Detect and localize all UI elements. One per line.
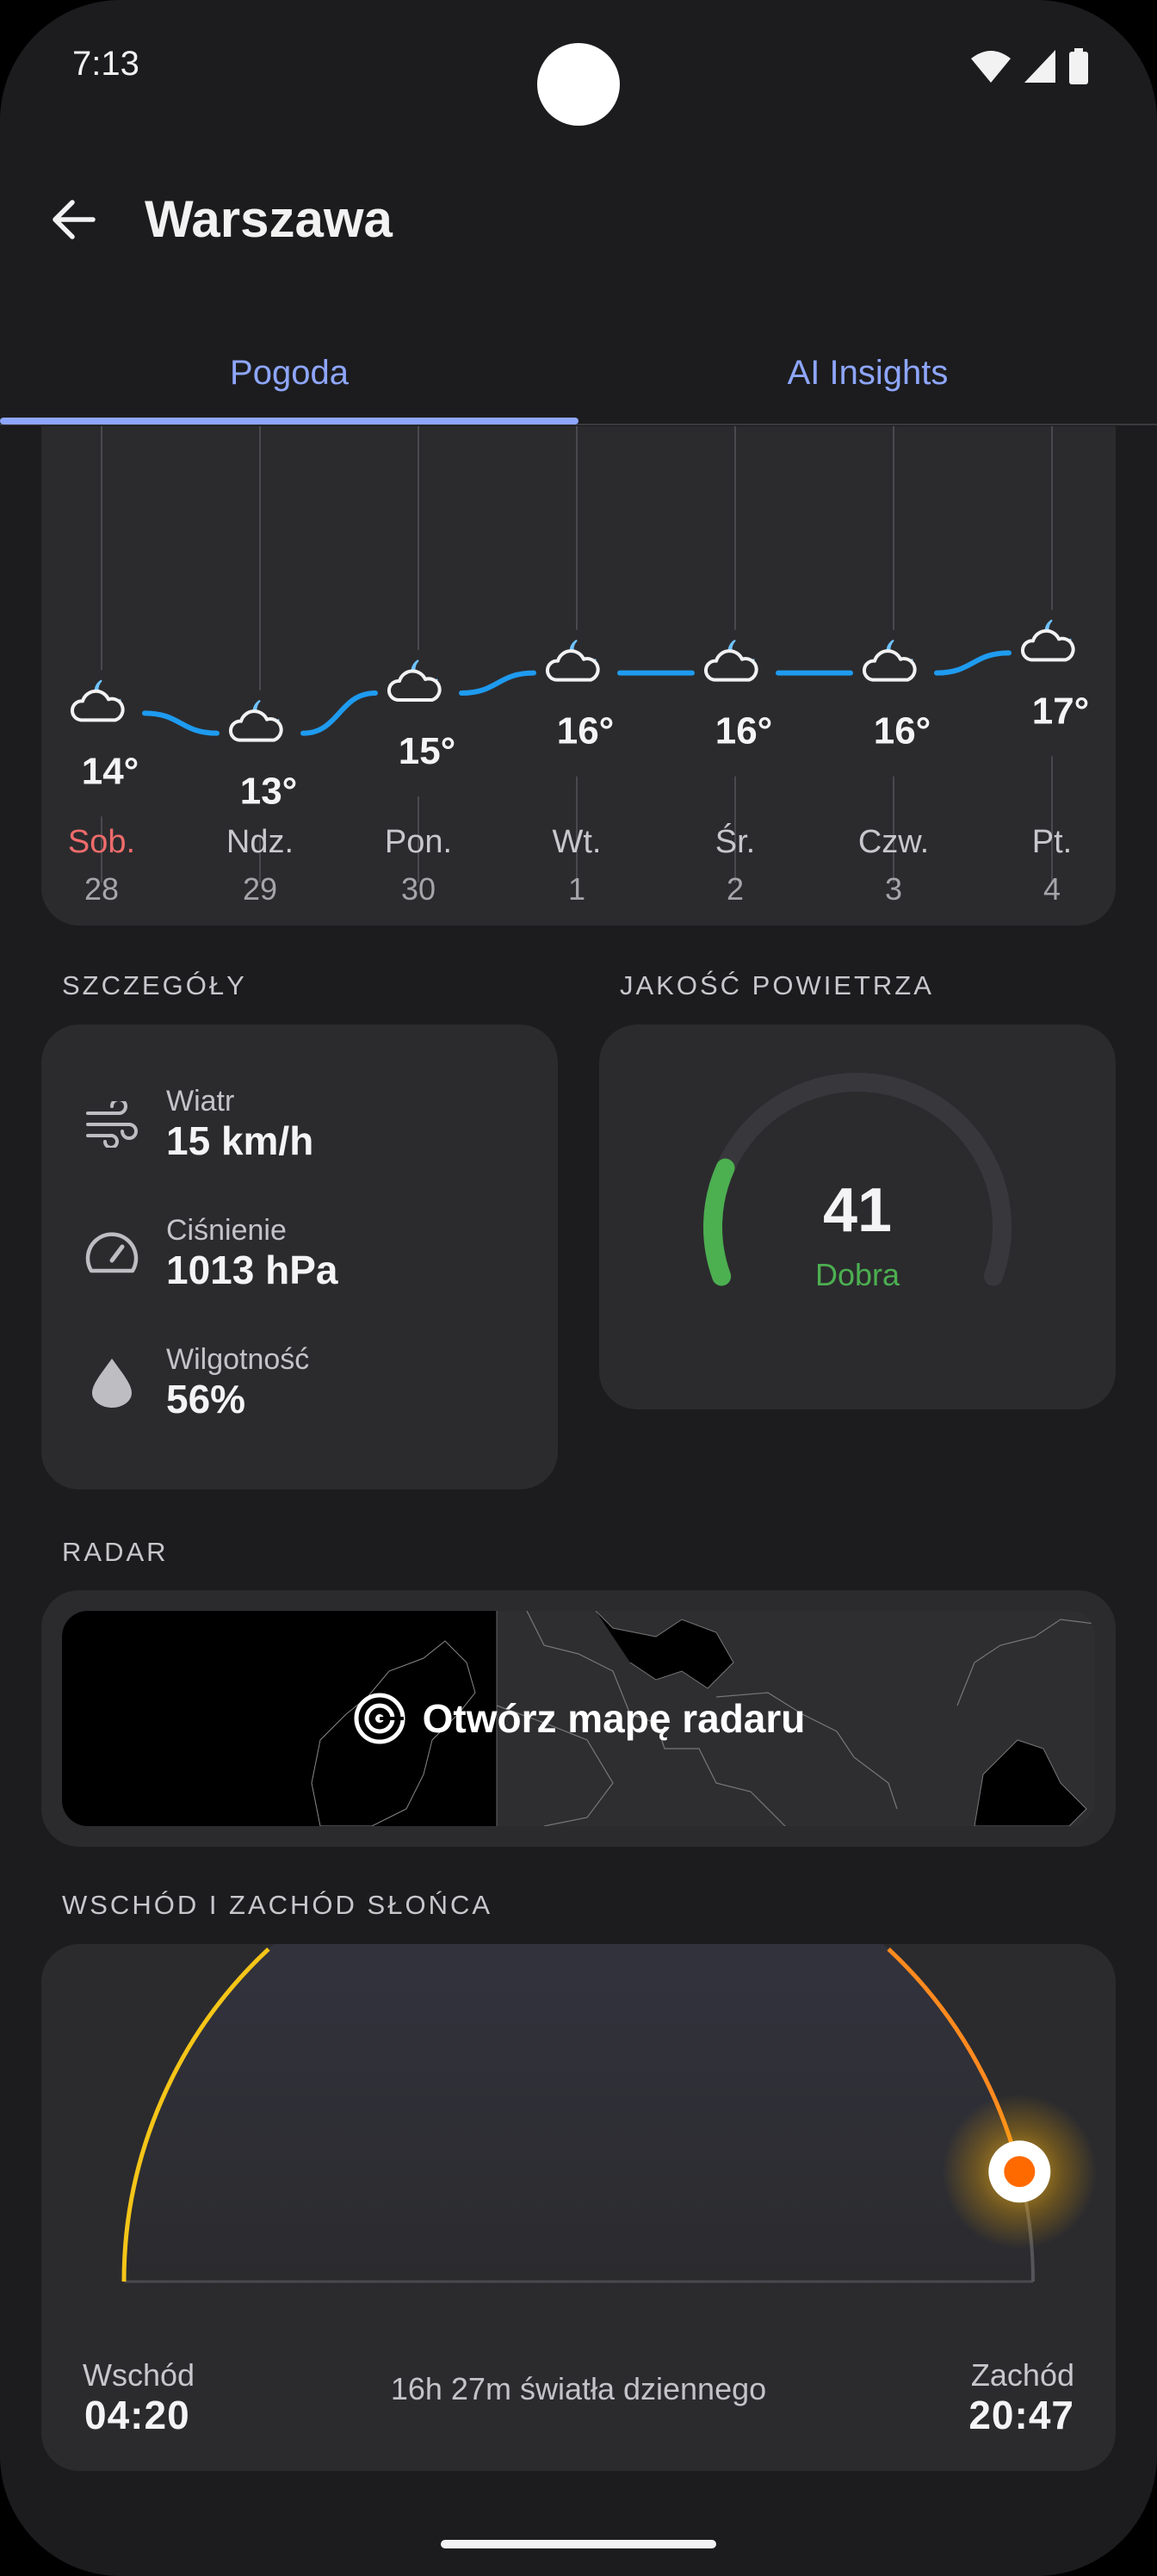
camera-cutout (537, 43, 620, 126)
wind-row: Wiatr 15 km/h (41, 1076, 558, 1180)
tab-ai-insights[interactable]: AI Insights (578, 323, 1157, 423)
content-scroll[interactable]: 14° Sob. 28 13° Ndz. 29 15° Pon. 30 16° Wt. 1 16° Śr.… (0, 426, 1157, 2576)
forecast-temp: 13° (240, 771, 298, 813)
night-partly-cloudy-icon (545, 639, 600, 682)
night-partly-cloudy-icon (703, 639, 758, 682)
forecast-date: 1 (568, 871, 585, 907)
pressure-row: Ciśnienie 1013 hPa (41, 1205, 558, 1309)
home-indicator[interactable] (441, 2540, 716, 2548)
humidity-value: 56% (166, 1377, 246, 1421)
daylight-duration: 16h 27m światła dziennego (390, 2371, 767, 2406)
forecast-card: 14° Sob. 28 13° Ndz. 29 15° Pon. 30 16° Wt. 1 16° Śr.… (41, 426, 1116, 926)
forecast-temp: 16° (557, 710, 615, 752)
sun-card: Wschód 04:20 16h 27m światła dziennego Z… (41, 1944, 1116, 2471)
details-section-label: SZCZEGÓŁY (62, 970, 247, 1000)
forecast-temp: 16° (874, 710, 931, 752)
wind-icon (84, 1097, 139, 1152)
night-partly-cloudy-icon (228, 699, 283, 742)
forecast-chart: 14° Sob. 28 13° Ndz. 29 15° Pon. 30 16° Wt. 1 16° Śr.… (68, 426, 1090, 907)
details-card: Wiatr 15 km/h Ciśnienie 1013 hPa Wilgotn… (41, 1025, 558, 1489)
sun-section-label: WSCHÓD I ZACHÓD SŁOŃCA (62, 1890, 493, 1920)
radar-icon (354, 1693, 405, 1744)
air-quality-section-label: JAKOŚĆ POWIETRZA (620, 970, 934, 1000)
forecast-temp: 15° (399, 730, 456, 772)
tab-weather[interactable]: Pogoda (0, 323, 578, 423)
night-partly-cloudy-icon (862, 639, 917, 682)
open-radar-button[interactable]: Otwórz mapę radaru (62, 1611, 1095, 1826)
forecast-date: 29 (243, 871, 277, 907)
radar-map-preview[interactable]: Otwórz mapę radaru (62, 1611, 1095, 1826)
forecast-day: Śr. (715, 821, 755, 860)
arrow-left-icon (53, 200, 96, 239)
forecast-date: 28 (84, 871, 119, 907)
humidity-row: Wilgotność 56% (41, 1334, 558, 1438)
sunset-label: Zachód (970, 2357, 1074, 2393)
night-partly-cloudy-icon (387, 659, 442, 702)
forecast-day: Czw. (858, 824, 929, 860)
forecast-day: Pon. (385, 824, 452, 860)
air-quality-card[interactable]: 41 Dobra (599, 1025, 1116, 1409)
app-bar: Warszawa (0, 164, 1157, 276)
pressure-value: 1013 hPa (166, 1248, 338, 1292)
forecast-day: Pt. (1032, 824, 1072, 860)
forecast-date: 2 (727, 871, 744, 907)
forecast-temp: 14° (82, 750, 139, 792)
wind-value: 15 km/h (166, 1118, 314, 1163)
tab-indicator (0, 418, 578, 424)
humidity-label: Wilgotność (166, 1343, 310, 1376)
radar-section-label: RADAR (62, 1537, 169, 1567)
forecast-date: 3 (885, 871, 902, 907)
wind-label: Wiatr (166, 1085, 235, 1118)
battery-icon (1069, 48, 1088, 84)
aqi-status: Dobra (814, 1257, 900, 1292)
forecast-date: 30 (401, 871, 436, 907)
status-icons (971, 48, 1088, 84)
phone-screen: 7:13 Warszawa Pogoda AI Insights 14° Sob… (0, 0, 1157, 2576)
status-time: 7:13 (72, 45, 139, 83)
forecast-temp: 17° (1032, 690, 1090, 732)
forecast-day: Sob. (68, 824, 135, 860)
night-partly-cloudy-icon (1020, 619, 1075, 662)
radar-card: Otwórz mapę radaru (41, 1590, 1116, 1847)
status-bar: 7:13 (0, 0, 1157, 138)
gauge-icon (84, 1226, 139, 1281)
signal-icon (1024, 50, 1055, 83)
back-button[interactable] (43, 189, 103, 250)
forecast-temp: 16° (715, 710, 773, 752)
wifi-icon (971, 51, 1011, 83)
tab-bar: Pogoda AI Insights (0, 323, 1157, 426)
page-title: Warszawa (145, 190, 393, 248)
night-partly-cloudy-icon (70, 679, 125, 722)
open-radar-label: Otwórz mapę radaru (422, 1696, 806, 1741)
forecast-day: Wt. (553, 824, 602, 860)
water-drop-icon (84, 1355, 139, 1410)
forecast-date: 4 (1043, 871, 1061, 907)
forecast-day: Ndz. (226, 824, 294, 860)
sunset-time: 20:47 (968, 2393, 1074, 2437)
pressure-label: Ciśnienie (166, 1214, 287, 1247)
aqi-value: 41 (822, 1176, 893, 1245)
